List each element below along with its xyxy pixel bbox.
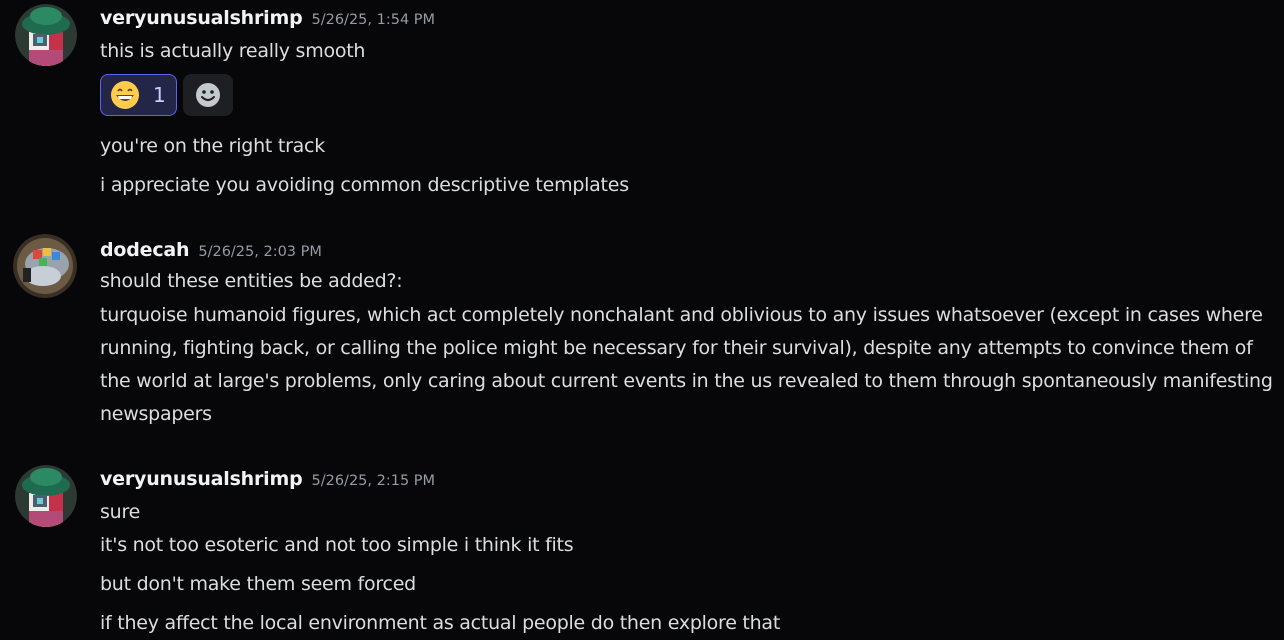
add-reaction-button[interactable] bbox=[183, 74, 233, 116]
grinning-face-emoji-icon bbox=[111, 81, 139, 109]
avatar-veryunusualshrimp[interactable] bbox=[15, 4, 77, 66]
message-header: veryunusualshrimp 5/26/25, 2:15 PM bbox=[100, 466, 435, 492]
timestamp[interactable]: 5/26/25, 1:54 PM bbox=[312, 12, 436, 28]
message-text: sure bbox=[100, 501, 141, 523]
message-text: it's not too esoteric and not too simple… bbox=[100, 534, 574, 556]
username[interactable]: dodecah bbox=[100, 239, 190, 261]
message-text: if they affect the local environment as … bbox=[100, 612, 781, 634]
message-text: but don't make them seem forced bbox=[100, 573, 416, 595]
message-text: i appreciate you avoiding common descrip… bbox=[100, 174, 629, 196]
timestamp[interactable]: 5/26/25, 2:15 PM bbox=[312, 473, 436, 489]
username[interactable]: veryunusualshrimp bbox=[100, 7, 303, 29]
avatar-dodecah[interactable] bbox=[13, 234, 77, 298]
message-text: this is actually really smooth bbox=[100, 40, 366, 62]
message-text: turquoise humanoid figures, which act co… bbox=[100, 304, 1273, 425]
reaction-count: 1 bbox=[153, 83, 166, 107]
timestamp[interactable]: 5/26/25, 2:03 PM bbox=[198, 244, 322, 260]
message-text: should these entities be added?: bbox=[100, 270, 403, 292]
message-header: veryunusualshrimp 5/26/25, 1:54 PM bbox=[100, 5, 435, 31]
message-text: you're on the right track bbox=[100, 135, 325, 157]
username[interactable]: veryunusualshrimp bbox=[100, 468, 303, 490]
avatar-veryunusualshrimp[interactable] bbox=[15, 465, 77, 527]
message-header: dodecah 5/26/25, 2:03 PM bbox=[100, 237, 322, 263]
reaction-grinning-face[interactable]: 1 bbox=[100, 74, 177, 116]
add-reaction-smiley-icon bbox=[196, 83, 220, 107]
